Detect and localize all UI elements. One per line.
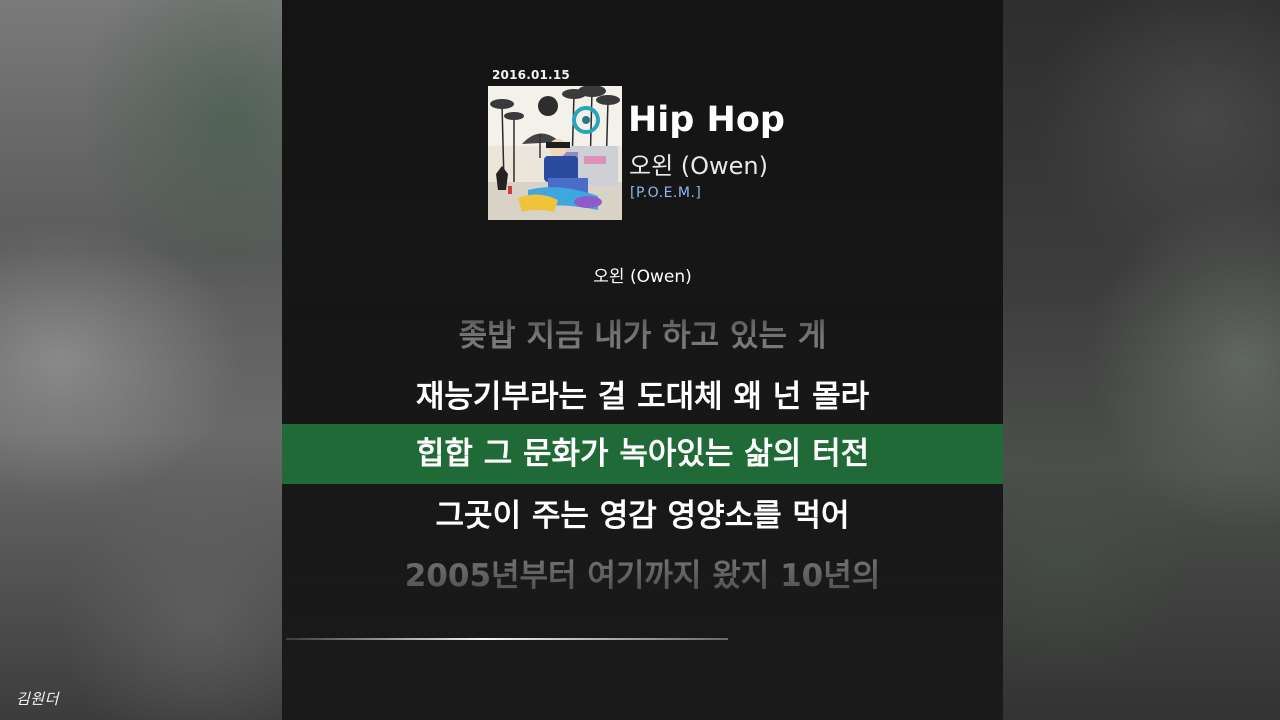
track-title: Hip Hop: [628, 100, 785, 140]
lyric-line-next: 그곳이 주는 영감 영양소를 먹어: [435, 498, 850, 534]
artist-name: 오왼 (Owen): [629, 152, 769, 180]
current-singer-label: 오왼 (Owen): [593, 267, 692, 287]
album-cover: [488, 86, 622, 220]
lyric-line-previous: 재능기부라는 걸 도대체 왜 넌 몰라: [415, 379, 870, 415]
blurred-background-left: [0, 0, 282, 720]
lyric-video-frame: 2016.01.15 Hip Hop 오왼 (Owen) [P.O.E.M.] …: [0, 0, 1280, 720]
album-cover-art: [488, 86, 622, 220]
album-name: [P.O.E.M.]: [630, 185, 702, 201]
lyric-line-upcoming: 2005년부터 여기까지 왔지 10년의: [404, 558, 881, 594]
playback-progress-fill: [286, 638, 729, 640]
lyric-line-current: 힙합 그 문화가 녹아있는 삶의 터전: [282, 424, 1003, 484]
uploader-watermark: 김원더: [16, 690, 59, 708]
playback-progress-bar: [286, 638, 999, 640]
blurred-background-right: [1003, 0, 1280, 720]
lyrics-panel: 2016.01.15 Hip Hop 오왼 (Owen) [P.O.E.M.] …: [282, 0, 1003, 720]
lyric-line-past: 좆밥 지금 내가 하고 있는 게: [458, 318, 827, 354]
release-date: 2016.01.15: [492, 68, 570, 82]
